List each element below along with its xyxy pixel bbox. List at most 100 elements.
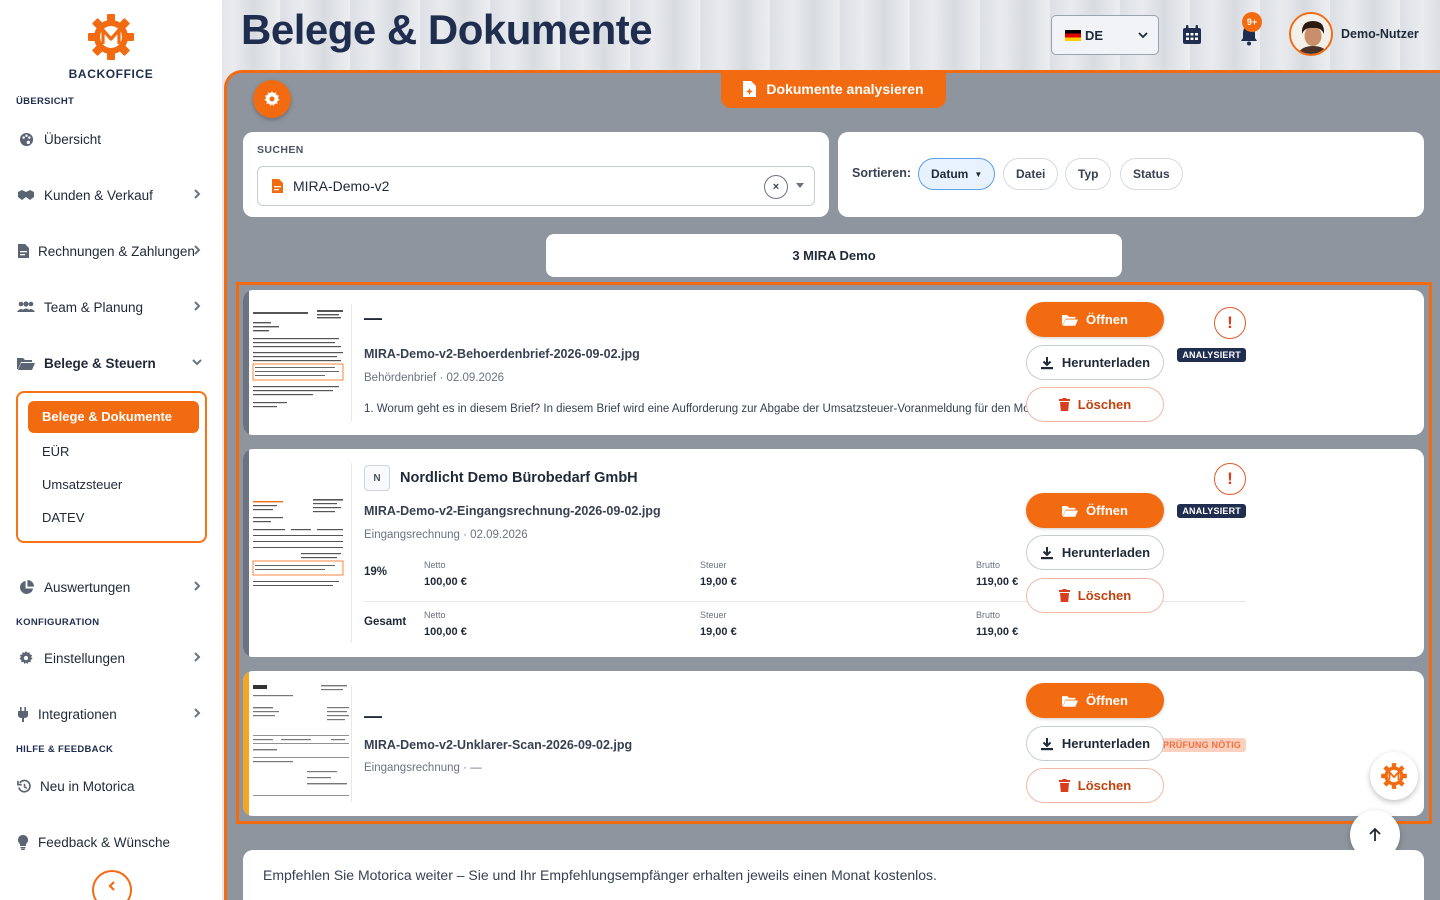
sidebar-item-whats-new[interactable]: Neu in Motorica [16, 772, 212, 800]
steuer-value: 19,00 € [700, 626, 737, 638]
open-button[interactable]: Öffnen [1026, 302, 1164, 337]
sidebar-item-label: Feedback & Wünsche [38, 834, 171, 850]
assistant-button[interactable] [1370, 752, 1418, 800]
calendar-icon[interactable] [1181, 24, 1203, 46]
vat-netto: Netto 100,00 € [424, 610, 467, 638]
section-label-config: KONFIGURATION [16, 617, 100, 628]
chevron-right-icon [194, 189, 201, 199]
chevron-right-icon [194, 652, 201, 662]
chevron-left-icon [108, 881, 115, 891]
open-button[interactable]: Öffnen [1026, 493, 1164, 528]
palette-icon [16, 131, 36, 147]
delete-button[interactable]: Löschen [1026, 387, 1164, 422]
sidebar-item-invoices-payments[interactable]: Rechnungen & Zahlungen [16, 237, 212, 265]
document-thumbnail[interactable] [251, 495, 351, 615]
clear-search-button[interactable]: × [764, 175, 788, 199]
sidebar-item-label: Kunden & Verkauf [44, 187, 153, 203]
document-filename[interactable]: MIRA-Demo-v2-Behoerdenbrief-2026-09-02.j… [364, 347, 640, 361]
document-thumbnail[interactable] [251, 677, 351, 807]
search-input[interactable]: MIRA-Demo-v2 × [257, 166, 815, 206]
download-label: Herunterladen [1061, 355, 1151, 370]
sidebar-subitem-datev[interactable]: DATEV [42, 510, 84, 525]
download-button[interactable]: Herunterladen [1026, 726, 1164, 761]
document-thumbnail[interactable] [251, 306, 351, 422]
handshake-icon [16, 187, 36, 203]
sidebar-item-label: Integrationen [38, 706, 117, 722]
users-icon [16, 299, 36, 315]
dropdown-caret-icon[interactable] [796, 183, 804, 188]
sort-panel: Sortieren: Datum ▼ Datei Typ Status [838, 132, 1424, 217]
download-icon [1040, 546, 1054, 560]
alert-icon[interactable]: ! [1214, 463, 1246, 495]
sidebar-item-label: Auswertungen [44, 579, 131, 595]
netto-value: 100,00 € [424, 576, 467, 588]
sidebar-item-label: Rechnungen & Zahlungen [38, 243, 195, 259]
search-value: MIRA-Demo-v2 [293, 178, 390, 194]
open-label: Öffnen [1086, 503, 1128, 518]
document-card[interactable]: — MIRA-Demo-v2-Unklarer-Scan-2026-09-02.… [243, 671, 1424, 816]
analyze-documents-button[interactable]: Dokumente analysieren [721, 70, 946, 108]
delete-label: Löschen [1077, 778, 1132, 793]
delete-button[interactable]: Löschen [1026, 578, 1164, 613]
sidebar-item-label: Team & Planung [44, 299, 144, 315]
document-filename[interactable]: MIRA-Demo-v2-Unklarer-Scan-2026-09-02.jp… [364, 738, 632, 752]
steuer-value: 19,00 € [700, 576, 737, 588]
section-label-overview: ÜBERSICHT [16, 96, 75, 107]
document-icon [272, 179, 283, 193]
language-select[interactable]: DE [1051, 15, 1159, 55]
avatar[interactable] [1289, 12, 1333, 56]
download-button[interactable]: Herunterladen [1026, 345, 1164, 380]
netto-value: 100,00 € [424, 626, 467, 638]
sidebar-item-receipts-taxes[interactable]: Belege & Steuern [16, 349, 212, 377]
sidebar-subitem-vat[interactable]: Umsatzsteuer [42, 477, 122, 492]
sidebar-subitem-documents[interactable]: Belege & Dokumente [28, 401, 199, 433]
motorica-logo-icon [1381, 763, 1407, 789]
document-title: — [364, 706, 382, 726]
sidebar-item-reports[interactable]: Auswertungen [16, 573, 212, 601]
motorica-logo-icon [88, 14, 134, 60]
notification-badge: 9+ [1242, 12, 1262, 32]
delete-label: Löschen [1077, 397, 1132, 412]
download-button[interactable]: Herunterladen [1026, 535, 1164, 570]
user-name[interactable]: Demo-Nutzer [1341, 27, 1419, 41]
sidebar-subitem-euer[interactable]: EÜR [42, 444, 69, 459]
open-label: Öffnen [1086, 312, 1128, 327]
gear-icon [264, 91, 280, 106]
delete-button[interactable]: Löschen [1026, 768, 1164, 803]
sidebar-item-team-planning[interactable]: Team & Planung [16, 293, 212, 321]
sidebar: BACKOFFICE ÜBERSICHT Übersicht Kunden & … [0, 0, 222, 900]
document-filename[interactable]: MIRA-Demo-v2-Eingangsrechnung-2026-09-02… [364, 504, 661, 518]
search-label: SUCHEN [257, 144, 304, 156]
sort-chip-file[interactable]: Datei [1003, 158, 1059, 190]
sort-chip-type[interactable]: Typ [1065, 158, 1112, 190]
group-tab[interactable]: 3 MIRA Demo [546, 234, 1122, 277]
analyze-label: Dokumente analysieren [766, 81, 924, 97]
brutto-value: 119,00 € [976, 626, 1019, 638]
sidebar-item-customers-sales[interactable]: Kunden & Verkauf [16, 181, 212, 209]
sort-chip-date[interactable]: Datum ▼ [918, 158, 996, 190]
brand-logo[interactable]: BACKOFFICE [0, 12, 222, 81]
sort-direction-icon: ▼ [974, 169, 983, 179]
folder-open-icon [1062, 505, 1079, 517]
download-icon [1040, 356, 1054, 370]
card-status-stripe [243, 671, 249, 816]
sidebar-item-overview[interactable]: Übersicht [16, 125, 212, 153]
alert-icon[interactable]: ! [1214, 307, 1246, 339]
netto-label: Netto [424, 610, 446, 620]
group-label: 3 MIRA Demo [792, 248, 876, 263]
sidebar-item-integrations[interactable]: Integrationen [16, 700, 212, 728]
sidebar-item-settings[interactable]: Einstellungen [16, 644, 212, 672]
sort-chip-label: Datei [1016, 167, 1046, 181]
page-title: Belege & Dokumente [241, 6, 653, 53]
document-card[interactable]: N Nordlicht Demo Bürobedarf GmbH MIRA-De… [243, 449, 1424, 657]
download-icon [1040, 737, 1054, 751]
document-card[interactable]: — MIRA-Demo-v2-Behoerdenbrief-2026-09-02… [243, 290, 1424, 435]
settings-button[interactable] [253, 80, 291, 118]
thumbnail-divider [351, 304, 352, 421]
sort-chip-status[interactable]: Status [1120, 158, 1183, 190]
collapse-sidebar-button[interactable] [92, 870, 132, 900]
vat-steuer: Steuer 19,00 € [700, 560, 737, 588]
sidebar-item-feedback[interactable]: Feedback & Wünsche [16, 828, 212, 856]
sidebar-item-label: Neu in Motorica [40, 778, 135, 794]
open-button[interactable]: Öffnen [1026, 683, 1164, 718]
